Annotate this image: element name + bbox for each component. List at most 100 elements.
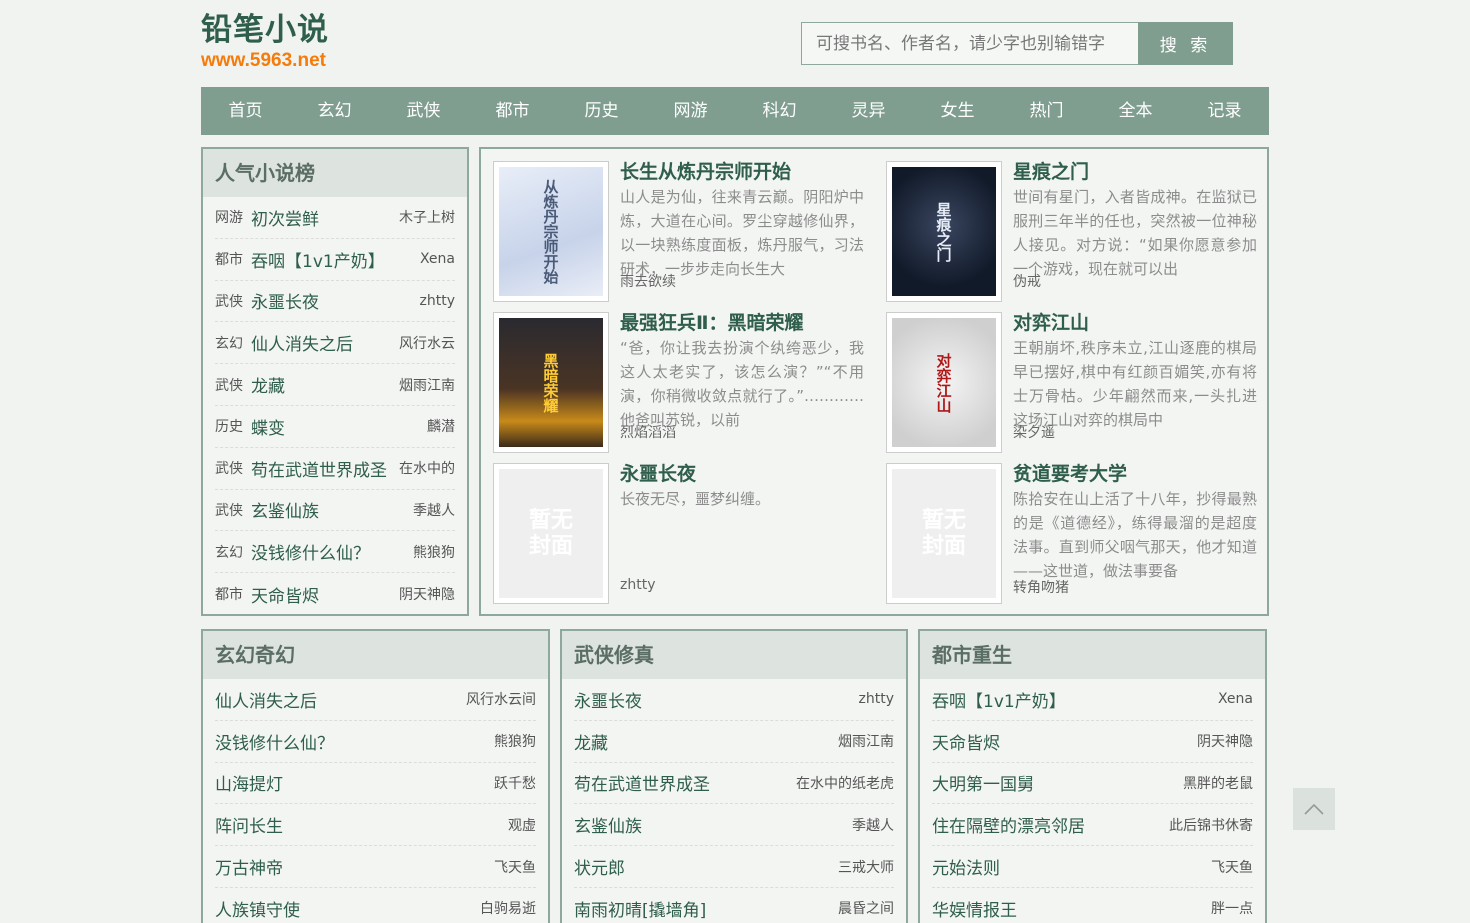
book-cover-image[interactable]: 星痕之门 <box>886 161 1002 302</box>
category-row: 人族镇守使 白驹易逝 <box>215 888 536 923</box>
rank-row: 网游 初次尝鲜 木子上树 <box>215 197 455 239</box>
rank-book-title[interactable]: 龙藏 <box>251 372 399 397</box>
category-book-title[interactable]: 状元郎 <box>574 854 625 879</box>
category-book-title[interactable]: 人族镇守使 <box>215 896 300 921</box>
nav-item-jilu[interactable]: 记录 <box>1180 87 1269 135</box>
category-book-author: 观虚 <box>508 817 536 834</box>
category-book-title[interactable]: 龙藏 <box>574 729 608 754</box>
rank-book-title[interactable]: 蝶变 <box>251 414 427 439</box>
category-row: 住在隔壁的漂亮邻居 此后锦书休寄 <box>932 804 1253 847</box>
rank-category[interactable]: 武侠 <box>215 291 251 311</box>
featured-book-title[interactable]: 对弈江山 <box>1013 308 1089 335</box>
book-cover-image[interactable]: 对弈江山 <box>886 312 1002 453</box>
rank-category[interactable]: 武侠 <box>215 500 251 520</box>
category-book-title[interactable]: 苟在武道世界成圣 <box>574 770 710 795</box>
rank-book-author: 木子上树 <box>399 210 455 227</box>
rank-book-title[interactable]: 吞咽【1v1产奶】 <box>251 247 420 272</box>
rank-category[interactable]: 玄幻 <box>215 542 251 562</box>
featured-book-title[interactable]: 长生从炼丹宗师开始 <box>620 157 791 184</box>
category-book-title[interactable]: 吞咽【1v1产奶】 <box>932 687 1066 712</box>
rank-book-title[interactable]: 永噩长夜 <box>251 288 420 313</box>
back-to-top-button[interactable] <box>1293 788 1335 830</box>
rank-row: 武侠 龙藏 烟雨江南 <box>215 364 455 406</box>
category-row: 南雨初晴[撬墙角] 晨昏之间 <box>574 888 894 923</box>
category-book-title[interactable]: 没钱修什么仙？ <box>215 729 334 754</box>
book-cover-image[interactable]: 从炼丹宗师开始 <box>493 161 609 302</box>
category-book-title[interactable]: 华娱情报王 <box>932 896 1017 921</box>
category-book-title[interactable]: 仙人消失之后 <box>215 687 317 712</box>
rank-row: 玄幻 仙人消失之后 风行水云 <box>215 322 455 365</box>
search-button[interactable]: 搜 索 <box>1138 22 1233 65</box>
featured-book-card: 对弈江山 对弈江山 王朝崩坏,秩序未立,江山逐鹿的棋局早已摆好,棋中有红颜百媚笑,… <box>874 300 1257 453</box>
rank-book-title[interactable]: 玄鉴仙族 <box>251 497 413 522</box>
rank-category[interactable]: 武侠 <box>215 458 251 478</box>
category-book-author: 季越人 <box>852 817 894 834</box>
rank-category[interactable]: 网游 <box>215 207 251 227</box>
rank-category[interactable]: 都市 <box>215 584 251 604</box>
book-cover-image[interactable]: 暂无 封面 <box>886 463 1002 604</box>
nav-item-lishi[interactable]: 历史 <box>557 87 646 135</box>
category-book-author: 飞天鱼 <box>1211 859 1253 876</box>
rank-category[interactable]: 玄幻 <box>215 333 251 353</box>
rank-category[interactable]: 历史 <box>215 416 251 436</box>
featured-book-title[interactable]: 永噩长夜 <box>620 459 696 486</box>
rank-book-author: 在水中的 <box>399 461 455 478</box>
category-book-title[interactable]: 山海提灯 <box>215 770 283 795</box>
rank-book-title[interactable]: 天命皆烬 <box>251 582 399 607</box>
book-cover-image[interactable]: 暂无 封面 <box>493 463 609 604</box>
rank-book-title[interactable]: 苟在武道世界成圣 <box>251 456 399 481</box>
category-book-title[interactable]: 永噩长夜 <box>574 687 642 712</box>
category-book-title[interactable]: 住在隔壁的漂亮邻居 <box>932 812 1085 837</box>
rank-book-author: zhtty <box>419 292 456 309</box>
category-book-title[interactable]: 元始法则 <box>932 854 1000 879</box>
search-input[interactable] <box>801 22 1138 65</box>
category-book-title[interactable]: 大明第一国舅 <box>932 770 1034 795</box>
featured-book-title[interactable]: 贫道要考大学 <box>1013 459 1127 486</box>
site-url: www.5963.net <box>201 50 326 71</box>
category-row: 华娱情报王 胖一点 <box>932 888 1253 923</box>
rank-category[interactable]: 武侠 <box>215 375 251 395</box>
nav-item-wangyou[interactable]: 网游 <box>646 87 735 135</box>
category-row: 阵问长生 观虚 <box>215 804 536 847</box>
nav-item-remen[interactable]: 热门 <box>1002 87 1091 135</box>
nav-item-lingyi[interactable]: 灵异 <box>824 87 913 135</box>
category-list: 永噩长夜 zhtty 龙藏 烟雨江南 苟在武道世界成圣 在水中的纸老虎 玄鉴仙族 季越人 状元郎… <box>562 679 906 923</box>
nav-item-dushi[interactable]: 都市 <box>468 87 557 135</box>
rank-category[interactable]: 都市 <box>215 249 251 269</box>
category-book-title[interactable]: 南雨初晴[撬墙角] <box>574 896 706 921</box>
category-book-author: 三戒大师 <box>838 859 894 876</box>
nav-item-wuxia[interactable]: 武侠 <box>379 87 468 135</box>
category-row: 天命皆烬 阴天神隐 <box>932 721 1253 763</box>
rank-row: 都市 天命皆烬 阴天神隐 <box>215 573 455 615</box>
book-cover-image[interactable]: 黑暗荣耀 <box>493 312 609 453</box>
featured-book-author: 伪戒 <box>1013 274 1041 290</box>
category-book-title[interactable]: 天命皆烬 <box>932 729 1000 754</box>
rank-book-author: 风行水云 <box>399 335 455 352</box>
site-title[interactable]: 铅笔小说 <box>201 10 329 50</box>
category-book-author: 胖一点 <box>1211 901 1253 918</box>
category-row: 山海提灯 跃千愁 <box>215 763 536 805</box>
rank-book-author: 麟潜 <box>427 419 455 436</box>
chevron-up-icon <box>1304 803 1324 815</box>
panel-heading: 人气小说榜 <box>203 149 467 197</box>
category-row: 龙藏 烟雨江南 <box>574 721 894 763</box>
nav-item-nvsheng[interactable]: 女生 <box>913 87 1002 135</box>
site-logo[interactable]: 铅笔小说 www.5963.net <box>201 10 329 72</box>
category-book-title[interactable]: 阵问长生 <box>215 812 283 837</box>
featured-book-title[interactable]: 星痕之门 <box>1013 157 1089 184</box>
category-book-title[interactable]: 玄鉴仙族 <box>574 812 642 837</box>
nav-item-home[interactable]: 首页 <box>201 87 290 135</box>
rank-book-title[interactable]: 初次尝鲜 <box>251 205 399 230</box>
category-book-author: 飞天鱼 <box>494 859 536 876</box>
nav-item-xuanhuan[interactable]: 玄幻 <box>290 87 379 135</box>
cover-title-text: 星痕之门 <box>934 201 953 262</box>
featured-book-title[interactable]: 最强狂兵Ⅱ：黑暗荣耀 <box>620 308 804 335</box>
rank-book-title[interactable]: 仙人消失之后 <box>251 330 399 355</box>
nav-item-quanben[interactable]: 全本 <box>1091 87 1180 135</box>
featured-book-card: 暂无 封面 永噩长夜 长夜无尽，噩梦纠缠。 zhtty <box>481 451 851 604</box>
category-book-author: 风行水云间 <box>466 692 536 709</box>
category-book-title[interactable]: 万古神帝 <box>215 854 283 879</box>
nav-item-kehuan[interactable]: 科幻 <box>735 87 824 135</box>
rank-book-title[interactable]: 没钱修什么仙？ <box>251 539 413 564</box>
featured-book-description: 世间有星门，入者皆成神。在监狱已服刑三年半的任也，突然被一位神秘人接见。对方说：… <box>1013 188 1257 278</box>
